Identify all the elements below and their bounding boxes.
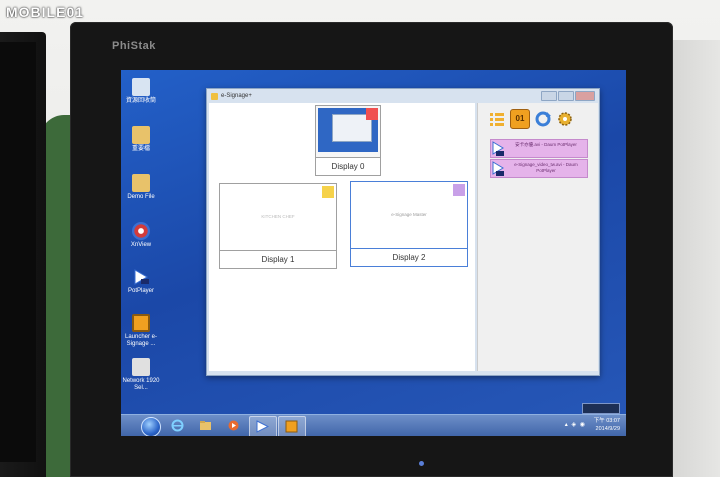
taskbar: ▴ ◈ ◉ 下午 03:07 2014/9/29 bbox=[121, 414, 626, 436]
desktop-icon-label: Network 1920 Sel... bbox=[122, 378, 160, 391]
desktop-icon-recycle-bin[interactable]: 資源回收筒 bbox=[121, 78, 161, 105]
display-label: Display 0 bbox=[316, 157, 380, 175]
potplayer-icon bbox=[492, 161, 504, 176]
taskbar-potplayer-button[interactable] bbox=[249, 416, 277, 436]
display-preview-text: KITCHEN CHEF bbox=[261, 214, 295, 219]
list-icon[interactable] bbox=[488, 110, 506, 128]
language-bar[interactable] bbox=[582, 403, 620, 414]
display-preview bbox=[316, 106, 380, 157]
close-button[interactable] bbox=[575, 91, 595, 101]
document-icon bbox=[132, 358, 150, 376]
clock-time: 下午 03:07 bbox=[593, 418, 620, 424]
display-card-1[interactable]: KITCHEN CHEF Display 1 bbox=[219, 183, 337, 269]
folder-icon bbox=[132, 126, 150, 144]
display-card-0[interactable]: Display 0 bbox=[315, 105, 381, 176]
potplayer-icon bbox=[492, 141, 504, 156]
window-controls bbox=[541, 91, 595, 101]
left-monitor-edge bbox=[0, 32, 46, 477]
watermark-logo: MOBILE01 bbox=[6, 4, 85, 20]
launcher-icon bbox=[132, 314, 150, 332]
desktop-icon-folder[interactable]: 重要檔 bbox=[121, 126, 161, 153]
taskbar-clock[interactable]: 下午 03:07 2014/9/29 bbox=[594, 417, 620, 433]
display-card-2[interactable]: e-Signage Master Display 2 bbox=[350, 181, 468, 267]
playlist-item-label: 安卡亦優.avi - Daum PotPlayer bbox=[515, 142, 577, 147]
display-color-tag bbox=[453, 184, 465, 196]
start-button[interactable] bbox=[141, 417, 161, 436]
display-canvas: Display 0 KITCHEN CHEF Display 1 e-Signa… bbox=[209, 103, 475, 371]
desktop-screen: 資源回收筒 重要檔 Demo File XnView PotPlayer Lau… bbox=[121, 70, 626, 436]
clock-date: 2014/9/29 bbox=[595, 426, 620, 432]
calendar-day: 01 bbox=[515, 114, 525, 123]
playlist-item[interactable]: e-Signage_video_tw.avi - Daum PotPlayer bbox=[490, 159, 588, 178]
potplayer-icon bbox=[256, 420, 269, 433]
display-preview-text: e-Signage Master bbox=[391, 212, 427, 217]
desktop-icon-label: Launcher e-Signage ... bbox=[124, 334, 158, 347]
display-preview: e-Signage Master bbox=[351, 182, 467, 248]
folder-icon bbox=[132, 174, 150, 192]
left-monitor-screen bbox=[0, 42, 36, 462]
window-title: e-Signage+ bbox=[221, 93, 252, 99]
desktop-icon-potplayer[interactable]: PotPlayer bbox=[121, 268, 161, 295]
display-label: Display 2 bbox=[351, 248, 467, 266]
app-icon bbox=[211, 93, 218, 100]
display-color-tag bbox=[366, 108, 378, 120]
system-tray-icons[interactable]: ▴ ◈ ◉ bbox=[565, 421, 586, 428]
desktop-icon-xnview[interactable]: XnView bbox=[121, 222, 161, 249]
taskbar-explorer-button[interactable] bbox=[193, 416, 219, 436]
calendar-icon[interactable]: 01 bbox=[510, 109, 530, 129]
desktop-icon-label: 重要檔 bbox=[131, 146, 150, 152]
recycle-bin-icon bbox=[132, 78, 150, 96]
esignage-window: e-Signage+ Display 0 KITCHEN CHEF Displa… bbox=[206, 88, 600, 376]
settings-gear-icon[interactable] bbox=[556, 110, 574, 128]
maximize-button[interactable] bbox=[558, 91, 574, 101]
taskbar-esignage-button[interactable] bbox=[278, 416, 306, 436]
playlist-panel: 01 安卡亦優.avi - Daum PotPlayer e-Signage_v… bbox=[477, 103, 598, 371]
power-led-icon bbox=[419, 461, 424, 466]
playlist-item[interactable]: 安卡亦優.avi - Daum PotPlayer bbox=[490, 139, 588, 158]
minimize-button[interactable] bbox=[541, 91, 557, 101]
refresh-icon[interactable] bbox=[534, 110, 552, 128]
esignage-icon bbox=[285, 420, 298, 433]
potplayer-icon bbox=[134, 269, 149, 285]
folder-icon bbox=[200, 421, 211, 430]
desktop-icon-label: 資源回收筒 bbox=[125, 98, 156, 104]
playlist-item-label: e-Signage_video_tw.avi - Daum PotPlayer bbox=[514, 162, 578, 173]
display-color-tag bbox=[322, 186, 334, 198]
internet-explorer-icon bbox=[171, 419, 184, 432]
xnview-icon bbox=[132, 222, 150, 240]
desktop-icon-label: PotPlayer bbox=[127, 288, 154, 294]
taskbar-media-button[interactable] bbox=[221, 416, 247, 436]
desktop-icon-label: XnView bbox=[130, 242, 152, 248]
desktop-icon-label: Demo File bbox=[127, 194, 155, 200]
desktop-icon-demo-file[interactable]: Demo File bbox=[121, 174, 161, 201]
desktop-icon-shortcut[interactable]: Network 1920 Sel... bbox=[121, 358, 161, 392]
display-preview: KITCHEN CHEF bbox=[220, 184, 336, 250]
taskbar-ie-button[interactable] bbox=[165, 416, 191, 436]
display-label: Display 1 bbox=[220, 250, 336, 268]
desktop-icon-launcher[interactable]: Launcher e-Signage ... bbox=[121, 314, 161, 348]
monitor-brand: PhiStak bbox=[112, 40, 156, 52]
panel-toolbar: 01 bbox=[488, 109, 574, 129]
media-player-icon bbox=[228, 420, 239, 431]
